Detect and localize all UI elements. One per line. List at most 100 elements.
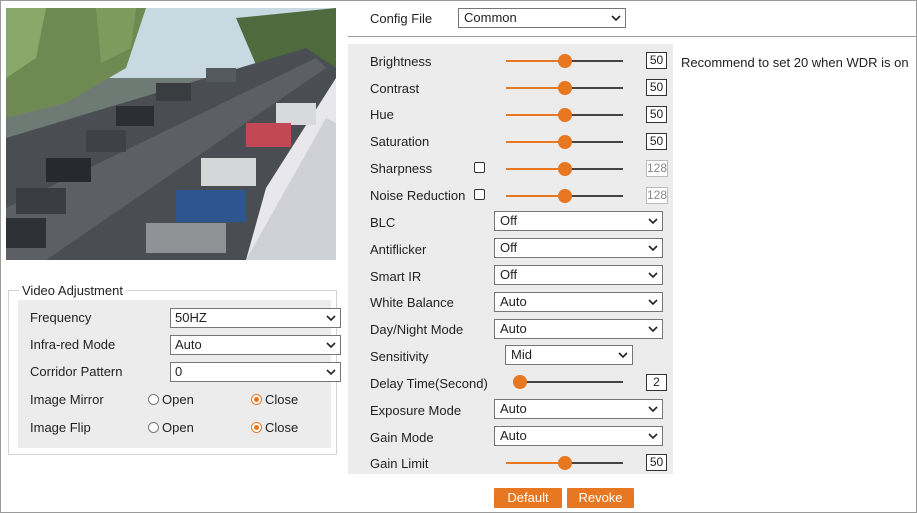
- revoke-button[interactable]: Revoke: [567, 488, 634, 508]
- noise-reduction-value: 128: [646, 187, 668, 204]
- smart-ir-value: Off: [500, 267, 518, 282]
- flip-close-option[interactable]: Close: [251, 420, 298, 435]
- chevron-down-icon: [326, 369, 336, 376]
- slider-thumb[interactable]: [557, 189, 572, 203]
- sharpness-slider[interactable]: [506, 162, 623, 176]
- chevron-down-icon: [648, 218, 658, 225]
- day-night-value: Auto: [500, 321, 527, 336]
- antiflicker-select[interactable]: Off: [494, 238, 663, 258]
- mirror-open-radio[interactable]: [148, 394, 159, 405]
- sharpness-label: Sharpness: [370, 161, 433, 176]
- delay-time-value[interactable]: 2: [646, 374, 667, 391]
- day-night-select[interactable]: Auto: [494, 319, 663, 339]
- video-adjustment-title: Video Adjustment: [19, 283, 126, 298]
- hue-slider[interactable]: [506, 108, 623, 122]
- white-balance-value: Auto: [500, 294, 527, 309]
- mirror-open-label: Open: [162, 392, 194, 407]
- frequency-value: 50HZ: [175, 310, 207, 325]
- smart-ir-select[interactable]: Off: [494, 265, 663, 285]
- infrared-label: Infra-red Mode: [30, 337, 116, 352]
- gain-limit-slider[interactable]: [506, 456, 623, 470]
- chevron-down-icon: [648, 433, 658, 440]
- chevron-down-icon: [648, 245, 658, 252]
- config-file-value: Common: [464, 10, 517, 25]
- sharpness-value: 128: [646, 160, 668, 177]
- exposure-mode-label: Exposure Mode: [370, 403, 462, 418]
- camera-preview: [6, 8, 336, 260]
- sensitivity-select[interactable]: Mid: [505, 345, 633, 365]
- flip-row: Image Flip Open Close: [18, 415, 331, 441]
- mirror-open-option[interactable]: Open: [148, 392, 194, 407]
- corridor-label: Corridor Pattern: [30, 364, 123, 379]
- hue-label: Hue: [370, 107, 394, 122]
- delay-time-label: Delay Time(Second): [370, 376, 488, 391]
- slider-thumb[interactable]: [557, 456, 572, 470]
- chevron-down-icon: [618, 352, 628, 359]
- antiflicker-label: Antiflicker: [370, 242, 427, 257]
- video-adjustment-panel: Frequency 50HZ Infra-red Mode Auto Corri…: [18, 300, 341, 448]
- chevron-down-icon: [648, 299, 658, 306]
- flip-open-radio[interactable]: [148, 422, 159, 433]
- sensitivity-value: Mid: [511, 347, 532, 362]
- noise-reduction-label: Noise Reduction: [370, 188, 466, 203]
- default-button[interactable]: Default: [494, 488, 562, 508]
- flip-label: Image Flip: [30, 420, 91, 435]
- flip-open-label: Open: [162, 420, 194, 435]
- infrared-row: Infra-red Mode Auto: [18, 332, 341, 358]
- mirror-close-label: Close: [265, 392, 299, 407]
- contrast-label: Contrast: [370, 81, 420, 96]
- brightness-label: Brightness: [370, 54, 432, 69]
- corridor-value: 0: [175, 364, 183, 379]
- flip-open-option[interactable]: Open: [148, 420, 194, 435]
- recommend-note: Recommend to set 20 when WDR is on: [681, 55, 909, 70]
- frequency-select[interactable]: 50HZ: [170, 308, 341, 328]
- mirror-close-option[interactable]: Close: [251, 392, 298, 407]
- config-file-label: Config File: [370, 11, 433, 26]
- mirror-close-radio[interactable]: [251, 394, 262, 405]
- blc-value: Off: [500, 213, 518, 228]
- slider-thumb[interactable]: [557, 135, 572, 149]
- noise-reduction-slider[interactable]: [506, 189, 623, 203]
- noise-reduction-checkbox[interactable]: [474, 189, 485, 200]
- gain-limit-value[interactable]: 50: [646, 454, 667, 471]
- brightness-value[interactable]: 50: [646, 52, 667, 69]
- infrared-value: Auto: [175, 337, 202, 352]
- brightness-slider[interactable]: [506, 54, 623, 68]
- sensitivity-label: Sensitivity: [370, 349, 429, 364]
- chevron-down-icon: [611, 15, 621, 22]
- contrast-value[interactable]: 50: [646, 79, 667, 96]
- slider-thumb[interactable]: [557, 81, 572, 95]
- slider-thumb[interactable]: [557, 108, 572, 122]
- chevron-down-icon: [648, 272, 658, 279]
- mirror-row: Image Mirror Open Close: [18, 387, 331, 413]
- saturation-label: Saturation: [370, 134, 430, 149]
- antiflicker-value: Off: [500, 240, 518, 255]
- config-file-select[interactable]: Common: [458, 8, 626, 28]
- flip-close-label: Close: [265, 420, 299, 435]
- saturation-slider[interactable]: [506, 135, 623, 149]
- delay-time-slider[interactable]: [513, 375, 623, 389]
- slider-thumb[interactable]: [557, 54, 572, 68]
- corridor-select[interactable]: 0: [170, 362, 341, 382]
- day-night-label: Day/Night Mode: [370, 322, 464, 337]
- chevron-down-icon: [648, 326, 658, 333]
- infrared-select[interactable]: Auto: [170, 335, 341, 355]
- slider-thumb[interactable]: [557, 162, 572, 176]
- mirror-label: Image Mirror: [30, 392, 104, 407]
- exposure-mode-select[interactable]: Auto: [494, 399, 663, 419]
- gain-limit-label: Gain Limit: [370, 456, 429, 471]
- slider-thumb[interactable]: [513, 375, 527, 389]
- chevron-down-icon: [326, 342, 336, 349]
- contrast-slider[interactable]: [506, 81, 623, 95]
- saturation-value[interactable]: 50: [646, 133, 667, 150]
- frequency-label: Frequency: [30, 310, 92, 325]
- white-balance-select[interactable]: Auto: [494, 292, 663, 312]
- exposure-mode-value: Auto: [500, 401, 527, 416]
- chevron-down-icon: [326, 315, 336, 322]
- flip-close-radio[interactable]: [251, 422, 262, 433]
- gain-mode-select[interactable]: Auto: [494, 426, 663, 446]
- sharpness-checkbox[interactable]: [474, 162, 485, 173]
- blc-select[interactable]: Off: [494, 211, 663, 231]
- hue-value[interactable]: 50: [646, 106, 667, 123]
- white-balance-label: White Balance: [370, 295, 454, 310]
